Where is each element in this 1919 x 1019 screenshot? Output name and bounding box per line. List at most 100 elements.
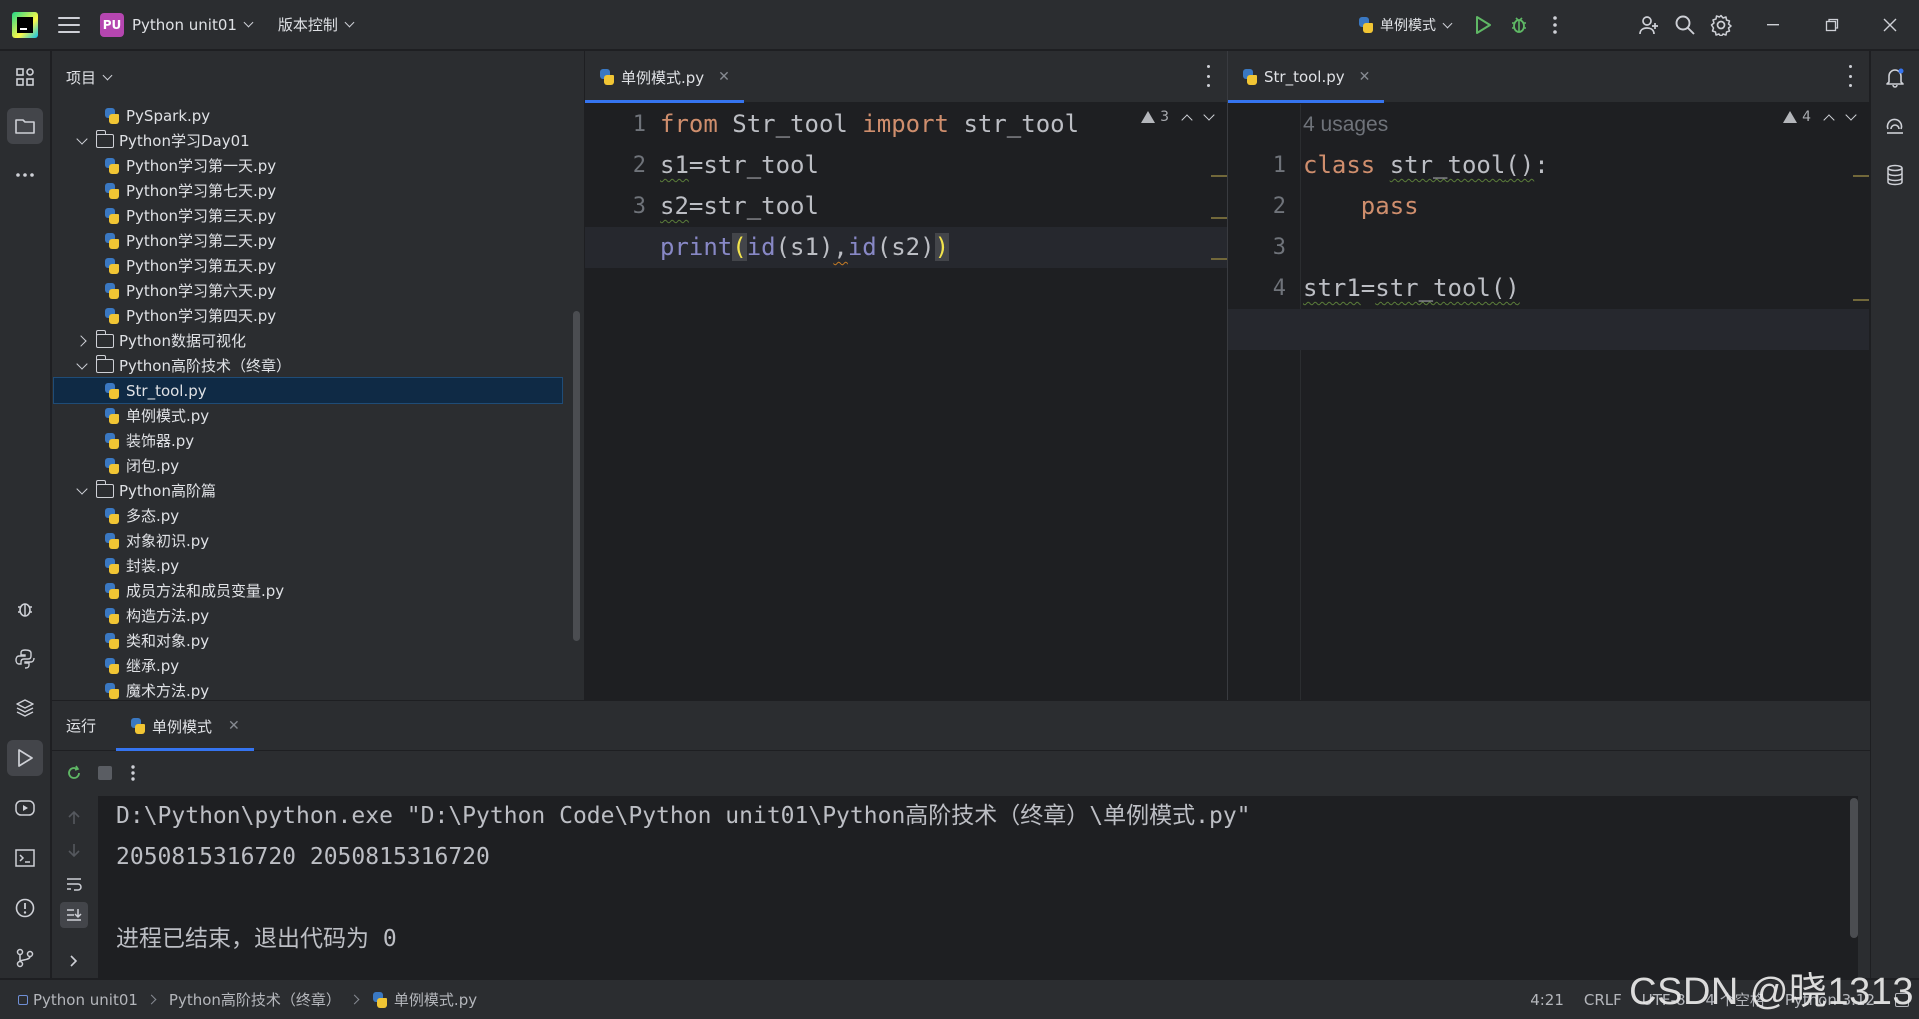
python-file-icon <box>104 282 120 299</box>
breadcrumb-folder[interactable]: Python高阶技术（终章） <box>169 989 341 1010</box>
usages-hint[interactable]: 4 usages <box>1303 104 1388 145</box>
notifications-bell-icon[interactable] <box>1877 59 1913 95</box>
debug-button[interactable] <box>1501 7 1537 43</box>
tree-file[interactable]: Python学习第五天.py <box>52 253 572 278</box>
tree-file[interactable]: 对象初识.py <box>52 528 572 553</box>
close-tab-icon[interactable]: ✕ <box>718 69 730 85</box>
caret-position[interactable]: 4:21 <box>1530 991 1564 1009</box>
tree-file[interactable]: Python学习第六天.py <box>52 278 572 303</box>
more-actions-icon[interactable] <box>1537 7 1573 43</box>
tree-folder[interactable]: Python数据可视化 <box>52 328 572 353</box>
rerun-icon[interactable] <box>64 763 84 783</box>
chevron-right-icon <box>349 994 360 1005</box>
tree-folder[interactable]: Python高阶篇 <box>52 478 572 503</box>
tab-str-tool-py[interactable]: Str_tool.py ✕ <box>1228 51 1385 103</box>
run-tab-singleton[interactable]: 单例模式 ✕ <box>116 701 254 751</box>
warning-stripe[interactable] <box>1211 258 1227 260</box>
tree-folder[interactable]: Python高阶技术（终章） <box>52 353 572 378</box>
problems-icon[interactable] <box>7 890 43 926</box>
tree-file[interactable]: PySpark.py <box>52 103 572 128</box>
chevron-right-icon[interactable] <box>74 333 90 349</box>
chevron-down-icon[interactable] <box>74 483 90 499</box>
close-tab-icon[interactable]: ✕ <box>1359 69 1371 85</box>
tab-singleton-py[interactable]: 单例模式.py ✕ <box>585 51 744 103</box>
tree-file[interactable]: 构造方法.py <box>52 603 572 628</box>
close-tab-icon[interactable]: ✕ <box>228 718 240 734</box>
tree-file[interactable]: Python学习第三天.py <box>52 203 572 228</box>
tree-file[interactable]: Python学习第四天.py <box>52 303 572 328</box>
tab-more-icon[interactable] <box>1847 65 1853 87</box>
tree-file[interactable]: Python学习第二天.py <box>52 228 572 253</box>
console-line: 进程已结束，退出代码为 0 <box>116 926 397 952</box>
tree-file[interactable]: Python学习第一天.py <box>52 153 572 178</box>
scroll-to-end-icon[interactable] <box>60 902 88 928</box>
console-scrollbar[interactable] <box>1850 798 1858 938</box>
project-badge[interactable]: PU <box>100 12 124 37</box>
restore-button[interactable] <box>1803 0 1861 50</box>
tab-label: 单例模式.py <box>621 68 705 87</box>
project-folder-icon[interactable] <box>7 108 43 144</box>
tree-file[interactable]: 多态.py <box>52 503 572 528</box>
terminal-icon[interactable] <box>7 840 43 876</box>
code-editor[interactable]: 4 usages class str_tool(): pass str1=str… <box>1228 104 1869 700</box>
run-config-selector[interactable]: 单例模式 <box>1358 15 1453 35</box>
warning-stripe[interactable] <box>1853 299 1869 301</box>
tree-file[interactable]: 类和对象.py <box>52 628 572 653</box>
tree-file[interactable]: 继承.py <box>52 653 572 678</box>
tree-item-label: 单例模式.py <box>126 407 210 425</box>
editor-str-tool: Str_tool.py ✕ 4 1 2 3 4 5 4 usages class… <box>1228 51 1869 700</box>
tree-folder[interactable]: Python学习Day01 <box>52 128 572 153</box>
tree-item-label: Python学习第五天.py <box>126 257 277 275</box>
tree-file[interactable]: 成员方法和成员变量.py <box>52 578 572 603</box>
tab-more-icon[interactable] <box>1205 65 1211 87</box>
tree-file[interactable]: 魔术方法.py <box>52 678 572 700</box>
project-selector[interactable]: Python unit01 <box>132 16 254 34</box>
warning-stripe[interactable] <box>1211 175 1227 177</box>
python-file-icon <box>1242 69 1258 85</box>
database-icon[interactable] <box>1877 157 1913 193</box>
chevron-right-icon <box>146 994 157 1005</box>
tree-file[interactable]: 装饰器.py <box>52 428 572 453</box>
run-button[interactable] <box>1465 7 1501 43</box>
stop-icon[interactable] <box>98 765 112 780</box>
add-user-icon[interactable] <box>1631 7 1667 43</box>
tree-item-label: Python学习Day01 <box>119 132 250 150</box>
project-panel-header[interactable]: 项目 <box>52 51 584 103</box>
code-editor[interactable]: from Str_tool import str_tool s1=str_too… <box>585 104 1227 700</box>
python-console-icon[interactable] <box>7 641 43 677</box>
tree-item-label: Python高阶技术（终章） <box>119 357 291 375</box>
chevron-down-icon[interactable] <box>74 133 90 149</box>
warning-stripe[interactable] <box>1211 217 1227 219</box>
console-output[interactable]: D:\Python\python.exe "D:\Python Code\Pyt… <box>98 796 1858 978</box>
more-actions-icon[interactable] <box>130 764 136 782</box>
tree-file[interactable]: 闭包.py <box>52 453 572 478</box>
layers-icon[interactable] <box>7 690 43 726</box>
chevron-down-icon[interactable] <box>74 358 90 374</box>
services-icon[interactable] <box>7 790 43 826</box>
minimize-button[interactable] <box>1745 0 1803 50</box>
python-file-icon <box>104 457 120 474</box>
git-branch-icon[interactable] <box>7 940 43 976</box>
warning-stripe[interactable] <box>1853 175 1869 177</box>
python-file-icon <box>104 307 120 324</box>
tree-file[interactable]: 单例模式.py <box>52 403 572 428</box>
tree-file[interactable]: Python学习第七天.py <box>52 178 572 203</box>
run-tool-icon[interactable] <box>7 740 43 776</box>
close-window-button[interactable] <box>1861 0 1919 50</box>
ai-assistant-icon[interactable] <box>1877 108 1913 144</box>
breadcrumb-file[interactable]: 单例模式.py <box>372 989 477 1010</box>
settings-gear-icon[interactable] <box>1703 7 1739 43</box>
tree-file[interactable]: Str_tool.py <box>53 377 563 404</box>
breadcrumb-project[interactable]: Python unit01 <box>18 991 138 1009</box>
search-icon[interactable] <box>1667 7 1703 43</box>
vcs-menu[interactable]: 版本控制 <box>278 14 355 35</box>
line-separator[interactable]: CRLF <box>1584 991 1622 1009</box>
debug-tool-icon[interactable] <box>7 591 43 627</box>
tree-file[interactable]: 封装.py <box>52 553 572 578</box>
more-tools-icon[interactable] <box>7 157 43 193</box>
main-menu-icon[interactable] <box>58 16 80 33</box>
project-tree-scrollbar[interactable] <box>573 311 580 641</box>
line-number: 1 <box>1272 153 1286 178</box>
structure-icon[interactable] <box>7 59 43 95</box>
